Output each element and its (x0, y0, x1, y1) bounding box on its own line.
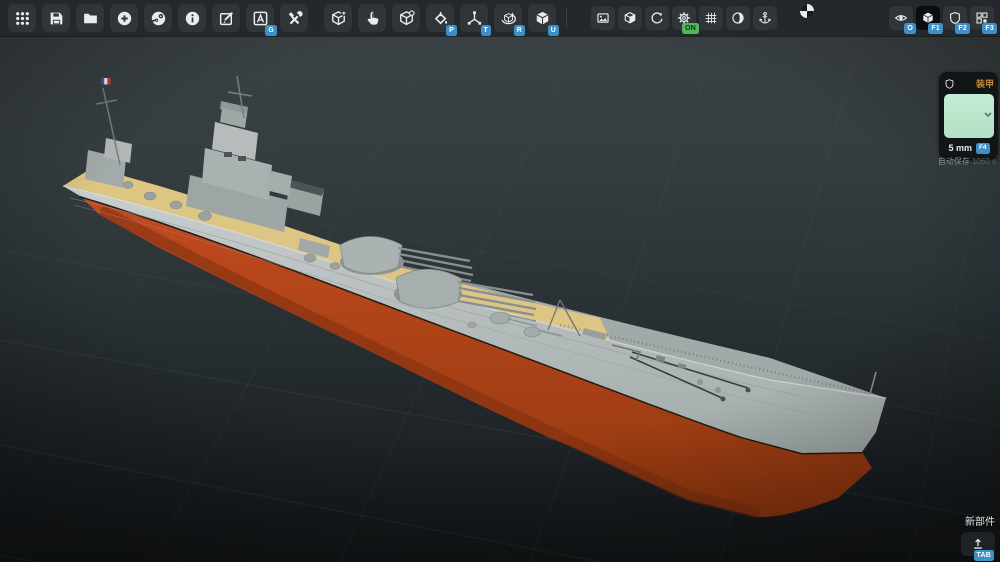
info-button[interactable] (178, 4, 206, 32)
capstan (715, 387, 721, 393)
apps-grid-icon (14, 10, 31, 27)
app-window: G (0, 0, 1000, 562)
hotkey-badge: F2 (955, 23, 970, 34)
armor-material-swatch[interactable] (944, 94, 994, 138)
upload-icon (971, 537, 985, 551)
text-a-icon (252, 10, 269, 27)
physics-toggle-button[interactable]: ON (672, 6, 696, 30)
grid-icon (704, 11, 718, 25)
info-icon (184, 10, 201, 27)
armor-panel: 装甲 5 mm F4 (939, 72, 998, 160)
grid-snap-button[interactable] (699, 6, 723, 30)
rotate-tool-button[interactable]: R (494, 4, 522, 32)
tools-icon (286, 10, 303, 27)
autosave-value: 1060 s (972, 157, 996, 166)
armor-view-button[interactable]: F2 (943, 6, 967, 30)
flag (101, 78, 111, 85)
hotkey-badge: F1 (928, 23, 943, 34)
hotkey-badge: P (446, 25, 457, 36)
armor-panel-title: 装甲 (976, 77, 994, 90)
duplicate-part-button[interactable] (392, 4, 420, 32)
paint-bucket-button[interactable]: P (426, 4, 454, 32)
chevron-down-icon (984, 112, 992, 118)
solid-cube-icon (534, 10, 551, 27)
anchor-icon (758, 11, 772, 25)
add-cube-icon (330, 10, 347, 27)
select-hand-button[interactable] (358, 4, 386, 32)
hotkey-badge: F3 (982, 23, 997, 34)
uniform-scale-button[interactable]: U (528, 4, 556, 32)
save-icon (48, 10, 65, 27)
steam-workshop-button[interactable] (144, 4, 172, 32)
plus-circle-icon (116, 10, 133, 27)
tools-button[interactable] (280, 4, 308, 32)
translate-tool-button[interactable]: T (460, 4, 488, 32)
toolbar-separator (566, 8, 567, 28)
hotkey-badge: G (265, 25, 277, 36)
solid-view-button[interactable]: F1 (916, 6, 940, 30)
viewport-3d[interactable] (0, 0, 1000, 562)
visibility-button[interactable]: O (889, 6, 913, 30)
hotkey-badge: T (481, 25, 491, 36)
edit-rename-button[interactable] (212, 4, 240, 32)
center-of-mass-marker (799, 3, 815, 19)
new-part-widget: 新部件 TAB (961, 513, 995, 556)
sphere-view-button[interactable] (726, 6, 750, 30)
hotkey-badge: TAB (974, 550, 994, 561)
state-badge: ON (682, 23, 699, 34)
hawse-pipe (746, 388, 751, 393)
new-part-button[interactable]: TAB (961, 532, 995, 556)
new-file-button[interactable] (110, 4, 138, 32)
screenshot-button[interactable] (591, 6, 615, 30)
capstan (697, 379, 703, 385)
rotate-arrow-icon (650, 11, 664, 25)
apps-menu-button[interactable] (8, 4, 36, 32)
hotkey-badge: O (904, 23, 916, 34)
hotkey-badge: U (548, 25, 559, 36)
translate-axes-icon (466, 10, 483, 27)
add-part-button[interactable] (324, 4, 352, 32)
duplicate-cube-icon (398, 10, 415, 27)
ship-model[interactable] (63, 76, 886, 517)
open-folder-button[interactable] (76, 4, 104, 32)
autosave-label: 自动保存 (938, 157, 970, 166)
armor-thickness-value: 5 mm (948, 143, 972, 153)
main-toolbar: G (0, 0, 1000, 36)
text-label-button[interactable]: G (246, 4, 274, 32)
hull-gray (63, 186, 886, 453)
steam-icon (150, 10, 167, 27)
new-part-label: 新部件 (961, 513, 995, 528)
hand-pointer-icon (364, 10, 381, 27)
image-icon (596, 11, 610, 25)
scene-canvas (0, 0, 1000, 562)
rotate-cube-icon (500, 10, 517, 27)
shield-icon (944, 78, 955, 90)
autosave-status: 自动保存 1060 s (938, 156, 996, 167)
reset-rotation-button[interactable] (645, 6, 669, 30)
hawse-pipe (721, 397, 726, 402)
anchor-mode-button[interactable] (753, 6, 777, 30)
material-cube-icon (623, 11, 637, 25)
save-button[interactable] (42, 4, 70, 32)
hotkey-badge: R (514, 25, 525, 36)
folder-icon (82, 10, 99, 27)
bow-jackstaff (870, 372, 876, 394)
hotkey-badge: F4 (976, 143, 990, 154)
layout-view-button[interactable]: F3 (970, 6, 994, 30)
paint-bucket-icon (432, 10, 449, 27)
sphere-icon (731, 11, 745, 25)
edit-icon (218, 10, 235, 27)
material-cube-button[interactable] (618, 6, 642, 30)
